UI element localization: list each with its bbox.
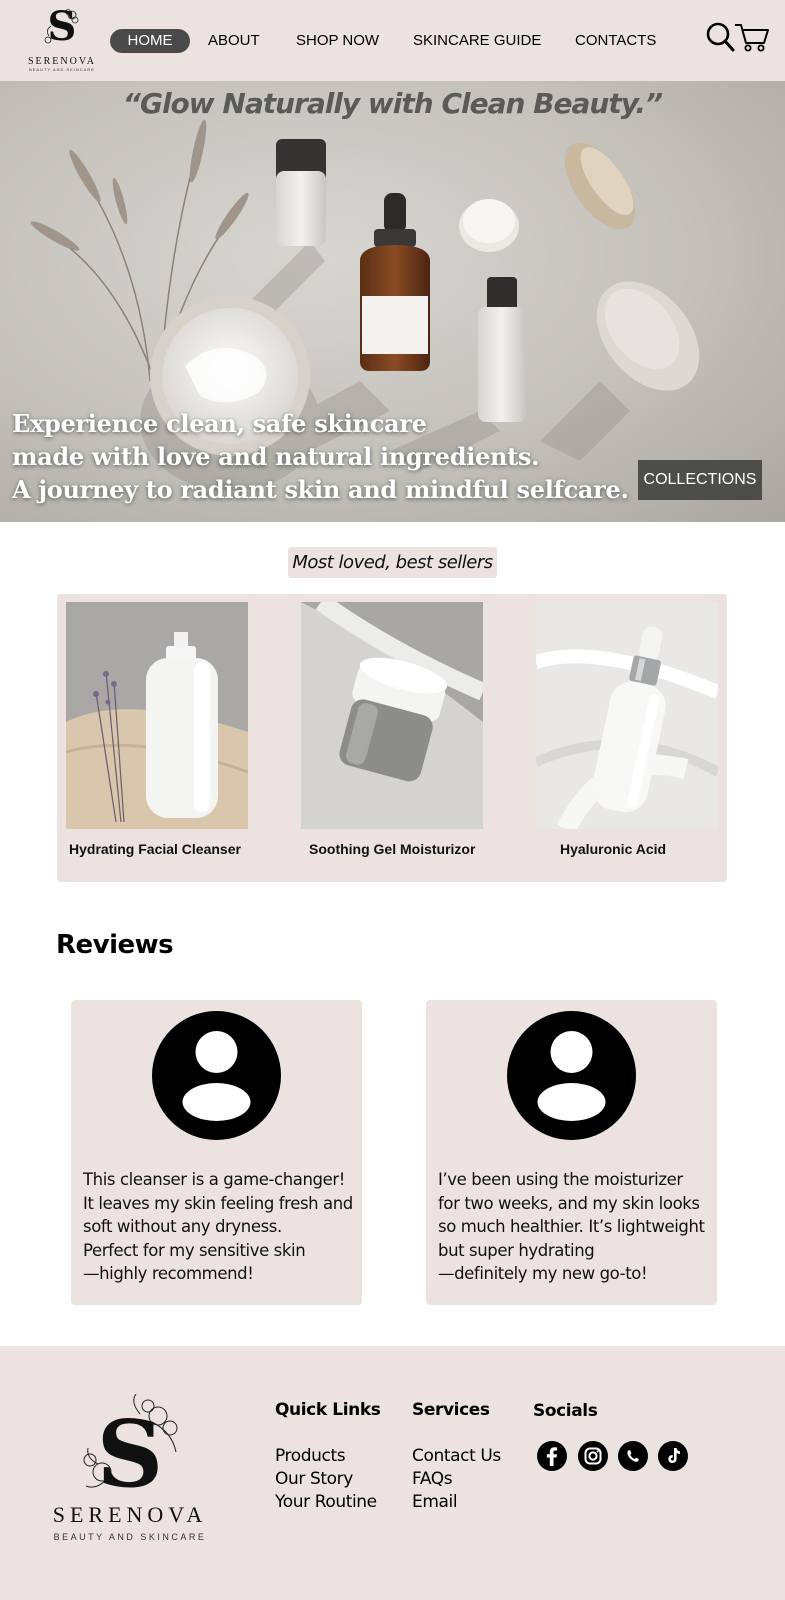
review-line: I’ve been using the moisturizer: [438, 1170, 683, 1189]
nav-home[interactable]: HOME: [110, 29, 190, 53]
review-line: —definitely my new go-to!: [438, 1264, 648, 1283]
review-card: This cleanser is a game-changer! It leav…: [71, 1000, 362, 1305]
hero-line: Experience clean, safe skincare: [12, 409, 427, 438]
services-title: Services: [412, 1400, 490, 1420]
bestsellers-panel: Hydrating Facial Cleanser Soothing Gel M…: [57, 594, 727, 882]
socials-title: Socials: [533, 1401, 598, 1421]
footer-link-faqs[interactable]: FAQs: [412, 1469, 453, 1489]
logo-mark: S: [39, 3, 85, 52]
product-card[interactable]: Soothing Gel Moisturizor: [301, 602, 483, 857]
hero-line: A journey to radiant skin and mindful se…: [12, 475, 629, 504]
avatar-icon: [507, 1011, 636, 1140]
footer-brand-tagline: BEAUTY AND SKINCARE: [53, 1532, 207, 1542]
footer-logo[interactable]: S SERENOVA BEAUTY AND SKINCARE: [40, 1394, 220, 1544]
review-card: I’ve been using the moisturizer for two …: [426, 1000, 717, 1305]
product-card[interactable]: Hydrating Facial Cleanser: [66, 602, 248, 857]
nav-contacts[interactable]: CONTACTS: [575, 29, 656, 53]
product-name[interactable]: Hydrating Facial Cleanser: [69, 841, 289, 857]
whatsapp-icon[interactable]: [617, 1440, 649, 1472]
nav-about[interactable]: ABOUT: [208, 29, 260, 53]
review-line: This cleanser is a game-changer!: [83, 1170, 345, 1189]
product-card[interactable]: Hyaluronic Acid: [536, 602, 718, 857]
review-line: soft without any dryness.: [83, 1217, 282, 1236]
avatar-icon: [152, 1011, 281, 1140]
cart-icon[interactable]: [733, 20, 771, 54]
site-footer: S SERENOVA BEAUTY AND SKINCARE Quick Lin…: [0, 1346, 785, 1600]
review-line: Perfect for my sensitive skin: [83, 1240, 306, 1260]
hero-banner: “Glow Naturally with Clean Beauty.” Expe…: [0, 81, 785, 522]
svg-text:S: S: [97, 1400, 163, 1499]
nav-shop-now[interactable]: SHOP NOW: [296, 29, 379, 53]
bestsellers-title: Most loved, best sellers: [288, 547, 497, 578]
hero-line: made with love and natural ingredients.: [12, 442, 540, 471]
logo-mark: S: [83, 1394, 178, 1499]
hero-quote: “Glow Naturally with Clean Beauty.”: [122, 87, 663, 120]
review-line: but super hydrating: [438, 1240, 595, 1260]
product-image-moisturizer[interactable]: [301, 602, 483, 829]
review-text: I’ve been using the moisturizer for two …: [438, 1168, 713, 1286]
hero-copy: Experience clean, safe skincare made wit…: [12, 407, 632, 506]
tiktok-icon[interactable]: [657, 1440, 689, 1472]
product-image-cleanser[interactable]: [66, 602, 248, 829]
footer-link-email[interactable]: Email: [412, 1492, 458, 1512]
review-line: for two weeks, and my skin looks: [438, 1193, 700, 1213]
footer-link-your-routine[interactable]: Your Routine: [275, 1492, 377, 1512]
footer-brand-name: SERENOVA: [52, 1502, 208, 1527]
review-line: —highly recommend!: [83, 1264, 254, 1283]
brand-name: SERENOVA: [27, 56, 97, 67]
instagram-icon[interactable]: [577, 1440, 609, 1472]
product-name[interactable]: Soothing Gel Moisturizor: [309, 841, 529, 857]
footer-link-products[interactable]: Products: [275, 1446, 346, 1466]
nav-skincare-guide[interactable]: SKINCARE GUIDE: [413, 29, 541, 53]
facebook-icon[interactable]: [536, 1440, 568, 1472]
review-text: This cleanser is a game-changer! It leav…: [83, 1168, 358, 1286]
review-line: so much healthier. It’s lightweight: [438, 1217, 705, 1236]
review-line: It leaves my skin feeling fresh and: [83, 1193, 353, 1213]
product-image-hyaluronic[interactable]: [536, 602, 718, 829]
quick-links-title: Quick Links: [275, 1400, 381, 1420]
site-header: S SERENOVA BEAUTY AND SKINCARE HOME ABOU…: [0, 0, 785, 81]
reviews-title: Reviews: [56, 930, 174, 960]
brand-tagline: BEAUTY AND SKINCARE: [29, 67, 95, 72]
collections-button[interactable]: COLLECTIONS: [638, 460, 762, 500]
footer-link-contact-us[interactable]: Contact Us: [412, 1446, 501, 1466]
product-name[interactable]: Hyaluronic Acid: [560, 841, 780, 857]
footer-link-our-story[interactable]: Our Story: [275, 1469, 353, 1489]
brand-logo[interactable]: S SERENOVA BEAUTY AND SKINCARE: [22, 3, 102, 74]
